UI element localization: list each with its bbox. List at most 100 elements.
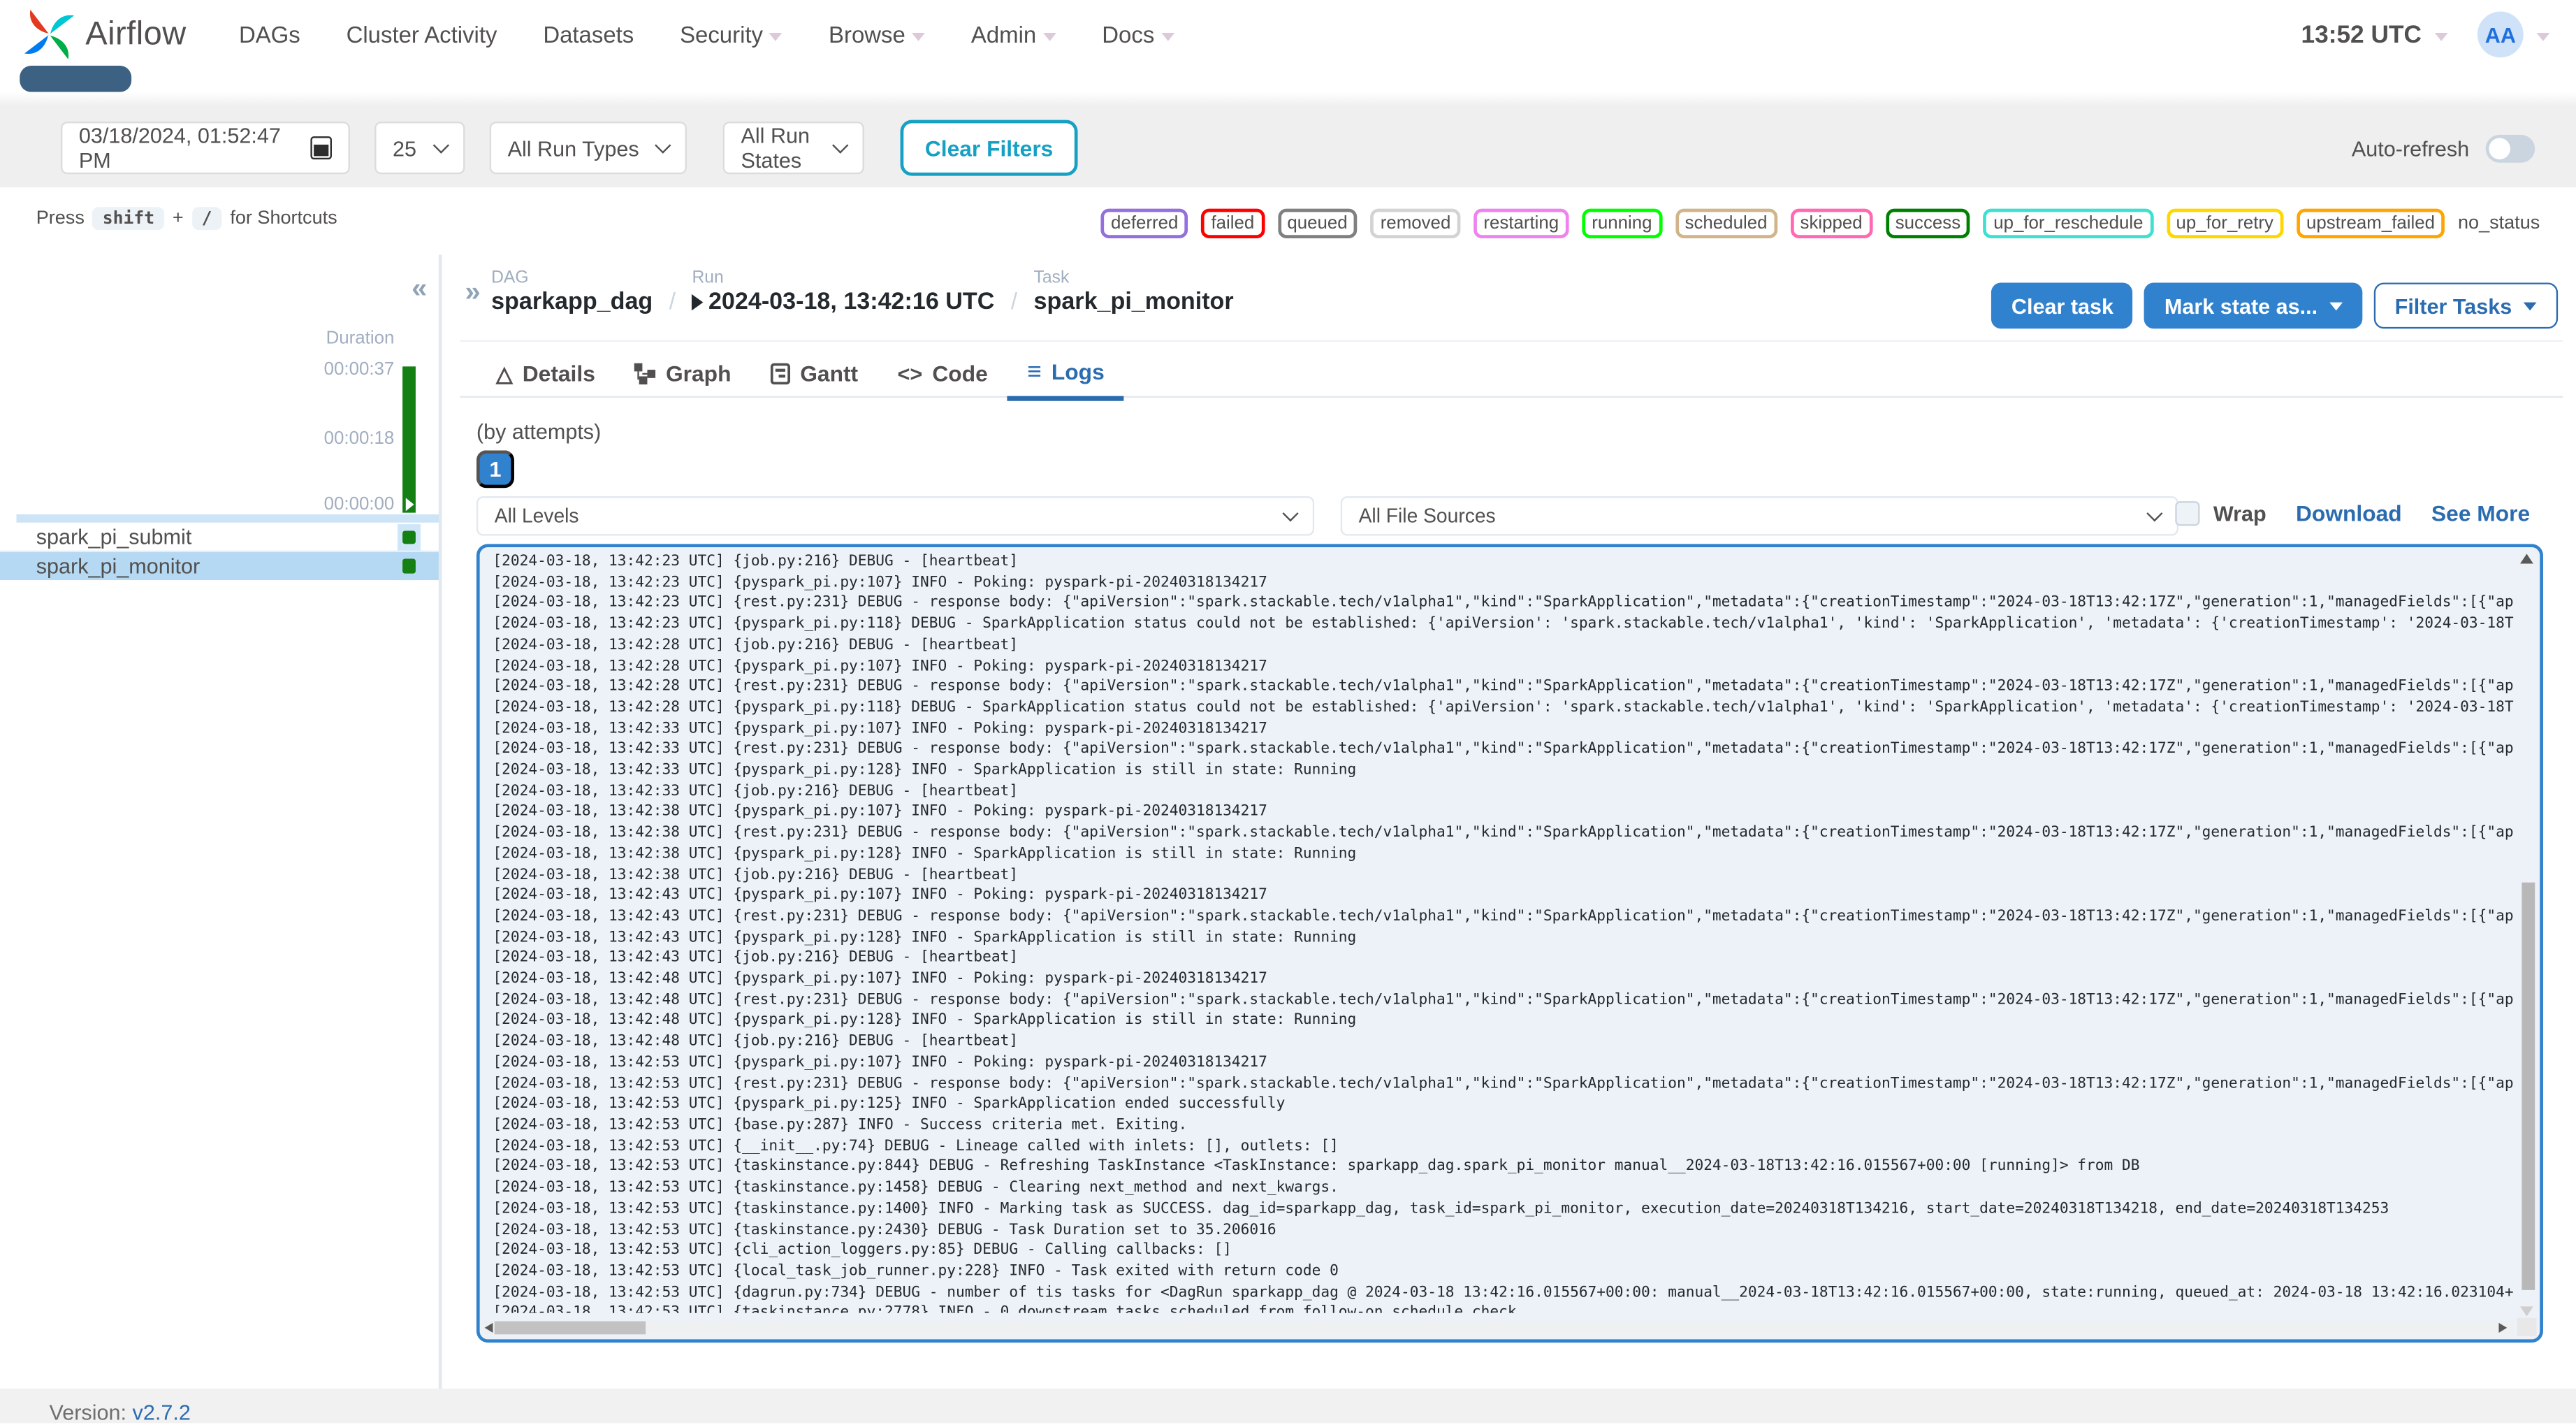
- scroll-left-arrow-icon[interactable]: [484, 1322, 493, 1333]
- expand-panel-icon[interactable]: »: [465, 276, 480, 309]
- filter-tasks-button[interactable]: Filter Tasks: [2373, 282, 2559, 329]
- chevron-down-icon: [2523, 301, 2537, 310]
- selected-run-marker-icon: [405, 498, 414, 512]
- mark-state-button[interactable]: Mark state as...: [2144, 282, 2362, 329]
- breadcrumb-task[interactable]: Task spark_pi_monitor: [1034, 268, 1234, 315]
- breadcrumb-run[interactable]: Run 2024-03-18, 13:42:16 UTC: [692, 268, 994, 315]
- breadcrumb-separator: /: [669, 287, 676, 314]
- horizontal-scrollbar-thumb[interactable]: [494, 1321, 646, 1335]
- breadcrumb-divider: [460, 340, 2563, 342]
- scroll-right-arrow-icon[interactable]: [2498, 1322, 2508, 1333]
- task-state-square-success: [402, 530, 416, 544]
- status-badge-running[interactable]: running: [1582, 208, 1662, 238]
- nav-item-admin[interactable]: Admin: [971, 22, 1056, 48]
- task-instance-cell[interactable]: [398, 552, 421, 579]
- vertical-scrollbar-thumb[interactable]: [2522, 882, 2535, 1290]
- status-badge-skipped[interactable]: skipped: [1790, 208, 1872, 238]
- task-row-spark-pi-monitor[interactable]: spark_pi_monitor: [0, 552, 441, 579]
- filter-bar: 03/18/2024, 01:52:47 PM 25 All Run Types…: [0, 108, 2576, 188]
- log-line: [2024-03-18, 13:42:53 UTC] {taskinstance…: [493, 1201, 2389, 1217]
- nav-item-dags[interactable]: DAGs: [239, 22, 300, 48]
- status-badge-up_for_reschedule[interactable]: up_for_reschedule: [1984, 208, 2153, 238]
- status-badge-removed[interactable]: removed: [1370, 208, 1461, 238]
- clear-filters-button[interactable]: Clear Filters: [900, 120, 1078, 176]
- code-brackets-icon: <>: [897, 361, 923, 387]
- log-line: [2024-03-18, 13:42:53 UTC] {taskinstance…: [493, 1303, 2513, 1313]
- filter-bar-shadow: [0, 92, 2576, 109]
- task-instance-cell[interactable]: [398, 523, 421, 551]
- log-line: [2024-03-18, 13:42:38 UTC] {pyspark_pi.p…: [493, 846, 1357, 863]
- status-badge-failed[interactable]: failed: [1201, 208, 1265, 238]
- download-link[interactable]: Download: [2296, 501, 2402, 526]
- chevron-down-icon: [2146, 505, 2163, 522]
- nav-item-browse[interactable]: Browse: [829, 22, 926, 48]
- nav-menu: DAGs Cluster Activity Datasets Security …: [239, 22, 1174, 48]
- see-more-link[interactable]: See More: [2431, 501, 2530, 526]
- breadcrumb: DAG sparkapp_dag / Run 2024-03-18, 13:42…: [491, 268, 1234, 315]
- status-no-status: no_status: [2457, 213, 2540, 233]
- collapse-sidebar-icon[interactable]: «: [412, 273, 427, 305]
- log-line: [2024-03-18, 13:42:53 UTC] {__init__.py:…: [493, 1138, 1339, 1155]
- tab-graph[interactable]: Graph: [615, 348, 751, 400]
- clear-task-button[interactable]: Clear task: [1991, 282, 2134, 329]
- breadcrumb-dag[interactable]: DAG sparkapp_dag: [491, 268, 653, 315]
- nav-item-datasets[interactable]: Datasets: [543, 22, 634, 48]
- shift-key: shift: [92, 207, 165, 231]
- log-line: [2024-03-18, 13:42:53 UTC] {dagrun.py:73…: [493, 1284, 2514, 1301]
- task-detail-panel: » DAG sparkapp_dag / Run 2024-03-18, 13:…: [460, 254, 2576, 1388]
- status-badge-upstream_failed[interactable]: upstream_failed: [2296, 208, 2445, 238]
- status-badge-deferred[interactable]: deferred: [1100, 208, 1188, 238]
- log-line: [2024-03-18, 13:42:43 UTC] {pyspark_pi.p…: [493, 929, 1357, 946]
- log-filters: All Levels All File Sources: [476, 496, 2178, 536]
- log-line: [2024-03-18, 13:42:53 UTC] {taskinstance…: [493, 1159, 2140, 1176]
- horizontal-scrollbar-track[interactable]: [483, 1321, 2514, 1335]
- scroll-up-arrow-icon[interactable]: [2520, 554, 2533, 564]
- chevron-down-icon: [912, 31, 926, 41]
- log-line: [2024-03-18, 13:42:33 UTC] {job.py:216} …: [493, 783, 1019, 800]
- task-actions: Clear task Mark state as... Filter Tasks: [1991, 282, 2559, 329]
- airflow-brand[interactable]: Airflow: [20, 5, 186, 64]
- log-lines[interactable]: [2024-03-18, 13:42:23 UTC] {job.py:216} …: [493, 552, 2514, 1313]
- base-date-input[interactable]: 03/18/2024, 01:52:47 PM: [61, 122, 350, 175]
- run-types-select[interactable]: All Run Types: [489, 122, 687, 175]
- log-source-select[interactable]: All File Sources: [1340, 496, 2178, 536]
- by-attempts-label: (by attempts): [476, 419, 602, 444]
- tab-details[interactable]: △ Details: [476, 348, 615, 400]
- grid-button-partial[interactable]: [20, 66, 132, 92]
- chevron-down-icon: [2434, 31, 2448, 41]
- log-line: [2024-03-18, 13:42:53 UTC] {pyspark_pi.p…: [493, 1055, 1267, 1071]
- tab-logs[interactable]: ≡ Logs: [1007, 348, 1124, 400]
- log-line: [2024-03-18, 13:42:53 UTC] {local_task_j…: [493, 1264, 1339, 1280]
- tab-code[interactable]: <> Code: [878, 348, 1007, 400]
- user-avatar[interactable]: AA: [2477, 11, 2524, 58]
- status-badge-queued[interactable]: queued: [1277, 208, 1358, 238]
- panel-divider[interactable]: [437, 254, 442, 1389]
- footer: Version: v2.7.2: [0, 1388, 2576, 1425]
- status-badge-up_for_retry[interactable]: up_for_retry: [2166, 208, 2284, 238]
- page-size-select[interactable]: 25: [374, 122, 465, 175]
- wrap-checkbox[interactable]: [2175, 501, 2201, 526]
- nav-item-security[interactable]: Security: [680, 22, 783, 48]
- run-duration-bar[interactable]: [402, 366, 416, 513]
- log-line: [2024-03-18, 13:42:43 UTC] {rest.py:231}…: [493, 909, 2514, 925]
- chevron-down-icon: [2536, 31, 2550, 41]
- nav-item-docs[interactable]: Docs: [1102, 22, 1174, 48]
- log-level-select[interactable]: All Levels: [476, 496, 1315, 536]
- duration-tick: 00:00:00: [323, 494, 395, 514]
- run-states-select[interactable]: All Run States: [722, 122, 864, 175]
- status-badge-scheduled[interactable]: scheduled: [1675, 208, 1777, 238]
- version-link[interactable]: v2.7.2: [133, 1400, 191, 1424]
- nav-item-cluster-activity[interactable]: Cluster Activity: [347, 22, 497, 48]
- log-line: [2024-03-18, 13:42:28 UTC] {rest.py:231}…: [493, 679, 2514, 696]
- tab-gantt[interactable]: Gantt: [751, 348, 878, 400]
- chevron-down-icon: [1160, 31, 1174, 41]
- attempt-1-button[interactable]: 1: [476, 450, 514, 489]
- status-badge-restarting[interactable]: restarting: [1473, 208, 1569, 238]
- auto-refresh-toggle[interactable]: [2485, 133, 2535, 162]
- duration-axis-label: Duration: [326, 328, 395, 349]
- status-badge-success[interactable]: success: [1885, 208, 1971, 238]
- airflow-logo-icon: [24, 9, 75, 59]
- scroll-down-arrow-icon[interactable]: [2520, 1306, 2533, 1317]
- utc-clock[interactable]: 13:52 UTC: [2301, 20, 2421, 48]
- task-row-spark-pi-submit[interactable]: spark_pi_submit: [0, 523, 441, 553]
